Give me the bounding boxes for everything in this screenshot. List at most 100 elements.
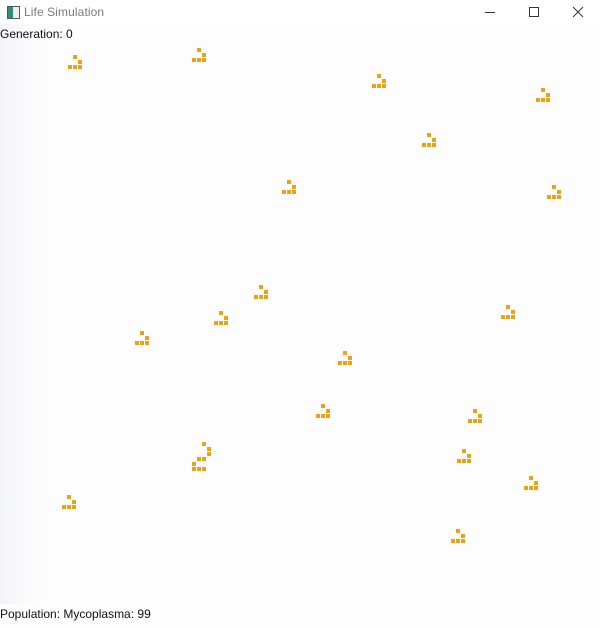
live-cell xyxy=(202,442,207,447)
live-cell xyxy=(552,195,557,200)
live-cell xyxy=(326,409,331,414)
live-cell xyxy=(140,331,145,336)
live-cell xyxy=(377,84,382,89)
live-cell xyxy=(343,351,348,356)
live-cell xyxy=(468,419,473,424)
app-window-icon xyxy=(7,5,20,19)
live-cell xyxy=(292,190,297,195)
maximize-button[interactable] xyxy=(512,0,556,24)
live-cell xyxy=(321,404,326,409)
live-cell xyxy=(202,467,207,472)
live-cell xyxy=(192,462,197,467)
live-cell xyxy=(68,65,73,70)
window-title: Life Simulation xyxy=(24,5,105,19)
live-cell xyxy=(461,539,466,544)
live-cell xyxy=(219,321,224,326)
live-cell xyxy=(292,185,297,190)
canvas-left-shade xyxy=(0,24,44,604)
live-cell xyxy=(451,539,456,544)
live-cell xyxy=(541,98,546,103)
live-cell xyxy=(427,133,432,138)
live-cell xyxy=(202,53,207,58)
live-cell xyxy=(192,467,197,472)
live-cell xyxy=(264,295,269,300)
live-cell xyxy=(461,534,466,539)
live-cell xyxy=(534,486,539,491)
simulation-canvas[interactable] xyxy=(0,24,600,629)
live-cell xyxy=(202,457,207,462)
live-cell xyxy=(145,336,150,341)
live-cell xyxy=(264,290,269,295)
live-cell xyxy=(478,414,483,419)
live-cell xyxy=(467,459,472,464)
live-cell xyxy=(343,361,348,366)
live-cell xyxy=(348,356,353,361)
live-cell xyxy=(422,143,427,148)
live-cell xyxy=(287,190,292,195)
live-cell xyxy=(432,138,437,143)
live-cell xyxy=(501,315,506,320)
live-cell xyxy=(259,285,264,290)
live-cell xyxy=(259,295,264,300)
live-cell xyxy=(62,505,67,510)
generation-counter: Generation: 0 xyxy=(0,27,73,41)
live-cell xyxy=(287,180,292,185)
live-cell xyxy=(316,414,321,419)
live-cell xyxy=(534,481,539,486)
live-cell xyxy=(224,316,229,321)
live-cell xyxy=(478,419,483,424)
minimize-icon xyxy=(485,12,495,13)
live-cell xyxy=(67,495,72,500)
live-cell xyxy=(135,341,140,346)
live-cell xyxy=(67,505,72,510)
live-cell xyxy=(207,452,212,457)
live-cell xyxy=(524,486,529,491)
live-cell xyxy=(467,454,472,459)
live-cell xyxy=(552,185,557,190)
live-cell xyxy=(145,341,150,346)
live-cell xyxy=(219,311,224,316)
app-window: Life Simulation Generation: 0 Population… xyxy=(0,0,600,629)
minimize-button[interactable] xyxy=(468,0,512,24)
close-icon xyxy=(572,6,584,18)
live-cell xyxy=(197,48,202,53)
live-cell xyxy=(224,321,229,326)
window-controls xyxy=(468,0,600,24)
live-cell xyxy=(207,447,212,452)
population-counter: Population: Mycoplasma: 99 xyxy=(0,607,151,621)
live-cell xyxy=(506,305,511,310)
live-cell xyxy=(506,315,511,320)
live-cell xyxy=(73,65,78,70)
live-cell xyxy=(202,58,207,63)
live-cell xyxy=(326,414,331,419)
close-button[interactable] xyxy=(556,0,600,24)
live-cell xyxy=(462,449,467,454)
live-cell xyxy=(473,419,478,424)
live-cell xyxy=(72,505,77,510)
live-cell xyxy=(511,310,516,315)
live-cell xyxy=(536,98,541,103)
live-cell xyxy=(546,93,551,98)
live-cell xyxy=(377,74,382,79)
live-cell xyxy=(197,58,202,63)
live-cell xyxy=(529,486,534,491)
live-cell xyxy=(473,409,478,414)
live-cell xyxy=(456,529,461,534)
live-cell xyxy=(546,98,551,103)
live-cell xyxy=(372,84,377,89)
live-cell xyxy=(192,58,197,63)
live-cell xyxy=(457,459,462,464)
live-cell xyxy=(427,143,432,148)
live-cell xyxy=(338,361,343,366)
live-cell xyxy=(541,88,546,93)
live-cell xyxy=(78,60,83,65)
title-bar[interactable]: Life Simulation xyxy=(0,0,600,24)
live-cell xyxy=(197,457,202,462)
live-cell xyxy=(456,539,461,544)
live-cell xyxy=(432,143,437,148)
maximize-icon xyxy=(529,7,539,17)
live-cell xyxy=(557,195,562,200)
live-cell xyxy=(214,321,219,326)
live-cell xyxy=(72,500,77,505)
live-cell xyxy=(382,84,387,89)
